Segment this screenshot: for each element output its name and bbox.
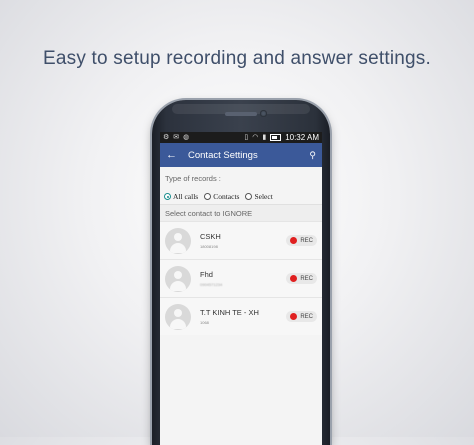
app-bar-title: Contact Settings bbox=[188, 149, 258, 161]
vibrate-icon: ▯ bbox=[244, 134, 249, 141]
radio-label: Select bbox=[254, 192, 273, 201]
phone-device: ⚙ ✉ ◍ ▯ ◠ ▮ 10:32 AM ← Contact Settings … bbox=[152, 100, 330, 445]
radio-checked-icon[interactable] bbox=[164, 193, 171, 200]
wifi-icon: ◠ bbox=[252, 134, 259, 141]
contact-row[interactable]: Fhd 0904571234 REC bbox=[160, 259, 322, 297]
record-dot-icon bbox=[290, 313, 298, 320]
contact-number: 18008198 bbox=[200, 244, 218, 249]
radio-unchecked-icon[interactable] bbox=[204, 193, 212, 200]
rec-label: REC bbox=[300, 313, 313, 320]
phone-earpiece bbox=[225, 112, 257, 116]
contact-name: CSKH bbox=[200, 232, 221, 241]
contact-row[interactable]: CSKH 18008198 REC bbox=[160, 221, 322, 259]
back-arrow-icon[interactable]: ← bbox=[166, 149, 180, 161]
ignore-section-label: Select contact to IGNORE bbox=[160, 204, 322, 221]
radio-unchecked-icon[interactable] bbox=[245, 193, 253, 200]
avatar bbox=[165, 265, 191, 292]
avatar bbox=[165, 303, 191, 330]
contact-name: T.T KINH TE - XH bbox=[200, 308, 259, 317]
record-type-radio-group: All calls Contacts Select bbox=[160, 189, 322, 204]
contact-row[interactable]: T.T KINH TE - XH 1068 REC bbox=[160, 297, 322, 335]
radio-contacts[interactable]: Contacts bbox=[204, 192, 239, 201]
rec-toggle[interactable]: REC bbox=[286, 273, 317, 284]
contact-number: 1068 bbox=[200, 320, 209, 325]
phone-screen: ⚙ ✉ ◍ ▯ ◠ ▮ 10:32 AM ← Contact Settings … bbox=[160, 132, 322, 445]
rec-toggle[interactable]: REC bbox=[286, 311, 317, 322]
contact-number: 0904571234 bbox=[200, 282, 223, 287]
record-dot-icon bbox=[290, 237, 298, 244]
rec-label: REC bbox=[300, 275, 313, 282]
camera-icon bbox=[260, 110, 267, 117]
android-icon: ◍ bbox=[183, 134, 190, 141]
status-bar: ⚙ ✉ ◍ ▯ ◠ ▮ 10:32 AM bbox=[160, 132, 322, 143]
contact-name: Fhd bbox=[200, 270, 213, 279]
record-dot-icon bbox=[290, 275, 298, 282]
signal-icon: ▮ bbox=[262, 134, 267, 141]
avatar bbox=[165, 227, 191, 254]
battery-icon bbox=[270, 134, 282, 141]
search-icon[interactable]: ⚲ bbox=[309, 150, 316, 161]
notification-icon: ⚙ bbox=[163, 134, 170, 141]
rec-toggle[interactable]: REC bbox=[286, 235, 317, 246]
radio-label: Contacts bbox=[213, 192, 240, 201]
mail-icon: ✉ bbox=[173, 134, 180, 141]
radio-label: All calls bbox=[173, 192, 199, 201]
app-bar: ← Contact Settings ⚲ bbox=[160, 143, 322, 167]
radio-all-calls[interactable]: All calls bbox=[164, 192, 198, 201]
type-of-records-label: Type of records : bbox=[160, 167, 322, 189]
rec-label: REC bbox=[300, 237, 313, 244]
radio-select[interactable]: Select bbox=[245, 192, 273, 201]
status-time: 10:32 AM bbox=[285, 133, 319, 142]
headline: Easy to setup recording and answer setti… bbox=[43, 48, 431, 69]
